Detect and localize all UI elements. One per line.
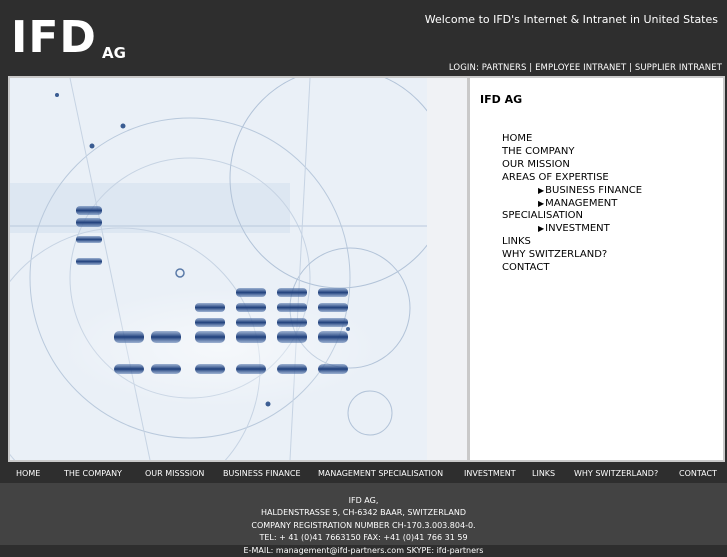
login-separator: | <box>629 63 633 73</box>
welcome-text: Welcome to IFD's Internet & Intranet in … <box>424 13 718 26</box>
menu-item-investment[interactable]: ▶INVESTMENT <box>502 223 642 236</box>
footer-link-business-finance[interactable]: BUSINESS FINANCE <box>223 469 301 478</box>
footer-link-home[interactable]: HOME <box>16 469 40 478</box>
login-bar: LOGIN: PARTNERS | EMPLOYEE INTRANET | SU… <box>449 63 722 73</box>
footer-link-links[interactable]: LINKS <box>532 469 555 478</box>
footer-link-our-mission[interactable]: OUR MISSSION <box>145 469 204 478</box>
menu-item-label: MANAGEMENT <box>545 197 618 209</box>
right-triangle-icon: ▶ <box>538 185 545 195</box>
right-triangle-icon: ▶ <box>538 224 545 234</box>
menu-item-the-company[interactable]: THE COMPANY <box>502 146 642 159</box>
footer-nav: HOME THE COMPANY OUR MISSSION BUSINESS F… <box>0 464 727 483</box>
sidebar-title: IFD AG <box>480 93 523 106</box>
menu-item-label: BUSINESS FINANCE <box>545 184 643 196</box>
gel-electrophoresis-illustration <box>10 78 427 460</box>
address-phone-fax: TEL: + 41 (0)41 7663150 FAX: +41 (0)41 7… <box>259 533 468 543</box>
login-partners-link[interactable]: PARTNERS <box>482 63 527 73</box>
footer-link-contact[interactable]: CONTACT <box>679 469 717 478</box>
address-registration: COMPANY REGISTRATION NUMBER CH-170.3.003… <box>251 520 476 530</box>
sidebar: IFD AG HOME THE COMPANY OUR MISSION AREA… <box>470 78 723 460</box>
logo-ifd[interactable]: IFD <box>11 16 97 60</box>
address-email-skype[interactable]: E-MAIL: management@ifd-partners.com SKYP… <box>0 545 727 557</box>
site-header: IFD AG Welcome to IFD's Internet & Intra… <box>0 0 727 77</box>
menu-item-home[interactable]: HOME <box>502 133 642 146</box>
address-block: IFD AG, HALDENSTRASSE 5, CH-6342 BAAR, S… <box>0 483 727 555</box>
logo-ag: AG <box>102 44 126 62</box>
sidebar-menu: HOME THE COMPANY OUR MISSION AREAS OF EX… <box>502 133 642 275</box>
address-street: HALDENSTRASSE 5, CH-6342 BAAR, SWITZERLA… <box>260 508 467 518</box>
menu-item-specialisation[interactable]: SPECIALISATION <box>502 210 642 223</box>
hero-image <box>10 78 427 460</box>
footer-link-investment[interactable]: INVESTMENT <box>464 469 516 478</box>
menu-item-management[interactable]: ▶MANAGEMENT <box>502 198 642 211</box>
login-label: LOGIN: <box>448 63 479 73</box>
address-company: IFD AG, <box>348 496 379 505</box>
menu-item-links[interactable]: LINKS <box>502 236 642 249</box>
login-supplier-intranet-link[interactable]: SUPPLIER INTRANET <box>635 63 722 73</box>
right-triangle-icon: ▶ <box>538 198 545 208</box>
hero-image-edge <box>427 78 467 460</box>
menu-item-our-mission[interactable]: OUR MISSION <box>502 159 642 172</box>
menu-item-business-finance[interactable]: ▶BUSINESS FINANCE <box>502 185 642 198</box>
login-separator: | <box>529 63 533 73</box>
menu-item-areas-of-expertise[interactable]: AREAS OF EXPERTISE <box>502 172 642 185</box>
footer-link-the-company[interactable]: THE COMPANY <box>64 469 122 478</box>
footer-link-management-specialisation[interactable]: MANAGEMENT SPECIALISATION <box>318 469 443 478</box>
menu-item-contact[interactable]: CONTACT <box>502 262 642 275</box>
footer-link-why-switzerland[interactable]: WHY SWITZERLAND? <box>574 469 658 478</box>
login-employee-intranet-link[interactable]: EMPLOYEE INTRANET <box>535 63 626 73</box>
menu-item-why-switzerland[interactable]: WHY SWITZERLAND? <box>502 249 642 262</box>
menu-item-label: INVESTMENT <box>545 223 610 235</box>
